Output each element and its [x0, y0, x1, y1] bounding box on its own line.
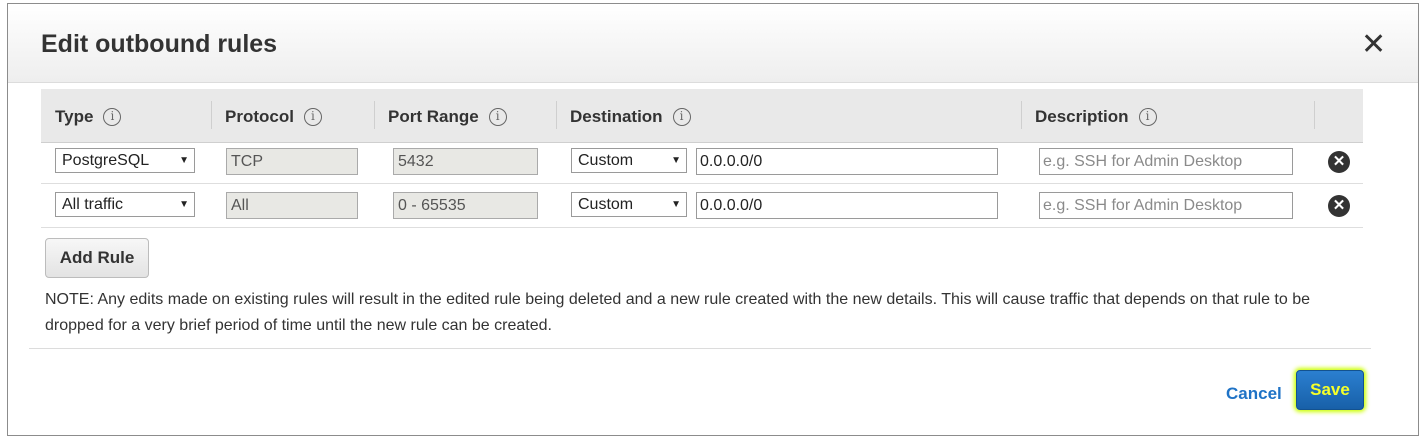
column-header-type: Type i — [55, 89, 122, 142]
edit-outbound-rules-dialog: Edit outbound rules ✕ Type i Protocol i Po… — [7, 3, 1419, 436]
cancel-button[interactable]: Cancel — [1226, 384, 1282, 404]
column-header-label: Protocol — [225, 107, 294, 127]
type-select-value: PostgreSQL — [62, 152, 150, 169]
add-rule-button[interactable]: Add Rule — [45, 238, 149, 278]
column-divider — [211, 101, 212, 129]
destination-mode-select[interactable]: Custom ▼ — [571, 192, 687, 217]
protocol-field: All — [226, 192, 358, 219]
column-divider — [1314, 101, 1315, 129]
port-range-field: 0 - 65535 — [393, 192, 538, 219]
column-header-label: Destination — [570, 107, 663, 127]
type-select[interactable]: All traffic ▼ — [55, 192, 195, 217]
remove-rule-icon[interactable]: ✕ — [1328, 195, 1350, 217]
description-input[interactable]: e.g. SSH for Admin Desktop — [1039, 148, 1293, 175]
info-icon[interactable]: i — [672, 107, 691, 126]
column-header-label: Description — [1035, 107, 1129, 127]
save-button[interactable]: Save — [1296, 370, 1364, 410]
info-icon[interactable]: i — [1138, 107, 1157, 126]
close-icon[interactable]: ✕ — [1361, 30, 1386, 60]
column-header-label: Port Range — [388, 107, 479, 127]
chevron-down-icon: ▼ — [671, 155, 681, 166]
destination-mode-value: Custom — [578, 152, 634, 169]
destination-mode-select[interactable]: Custom ▼ — [571, 148, 687, 173]
footer-divider — [29, 348, 1371, 349]
chevron-down-icon: ▼ — [671, 199, 681, 210]
chevron-down-icon: ▼ — [179, 199, 189, 210]
column-header-destination: Destination i — [570, 89, 691, 142]
column-header-description: Description i — [1035, 89, 1157, 142]
destination-mode-value: Custom — [578, 196, 634, 213]
info-icon[interactable]: i — [103, 107, 122, 126]
description-input[interactable]: e.g. SSH for Admin Desktop — [1039, 192, 1293, 219]
rule-row: PostgreSQL ▼ TCP 5432 Custom ▼ 0.0.0.0/0… — [41, 139, 1363, 184]
info-icon[interactable]: i — [488, 107, 507, 126]
dialog-header: Edit outbound rules ✕ — [8, 4, 1418, 83]
column-header-label: Type — [55, 107, 94, 127]
rules-table-header: Type i Protocol i Port Range i Destination i… — [41, 89, 1363, 143]
column-divider — [556, 101, 557, 129]
info-icon[interactable]: i — [303, 107, 322, 126]
port-range-field: 5432 — [393, 148, 538, 175]
destination-cidr-input[interactable]: 0.0.0.0/0 — [696, 148, 998, 175]
column-header-port-range: Port Range i — [388, 89, 507, 142]
type-select-value: All traffic — [62, 196, 124, 213]
destination-cidr-input[interactable]: 0.0.0.0/0 — [696, 192, 998, 219]
rule-row: All traffic ▼ All 0 - 65535 Custom ▼ 0.0… — [41, 183, 1363, 228]
column-divider — [374, 101, 375, 129]
protocol-field: TCP — [226, 148, 358, 175]
edit-warning-note: NOTE: Any edits made on existing rules w… — [45, 291, 1311, 334]
chevron-down-icon: ▼ — [179, 155, 189, 166]
column-header-protocol: Protocol i — [225, 89, 322, 142]
column-divider — [1021, 101, 1022, 129]
dialog-title: Edit outbound rules — [41, 30, 278, 58]
remove-rule-icon[interactable]: ✕ — [1328, 151, 1350, 173]
type-select[interactable]: PostgreSQL ▼ — [55, 148, 195, 173]
